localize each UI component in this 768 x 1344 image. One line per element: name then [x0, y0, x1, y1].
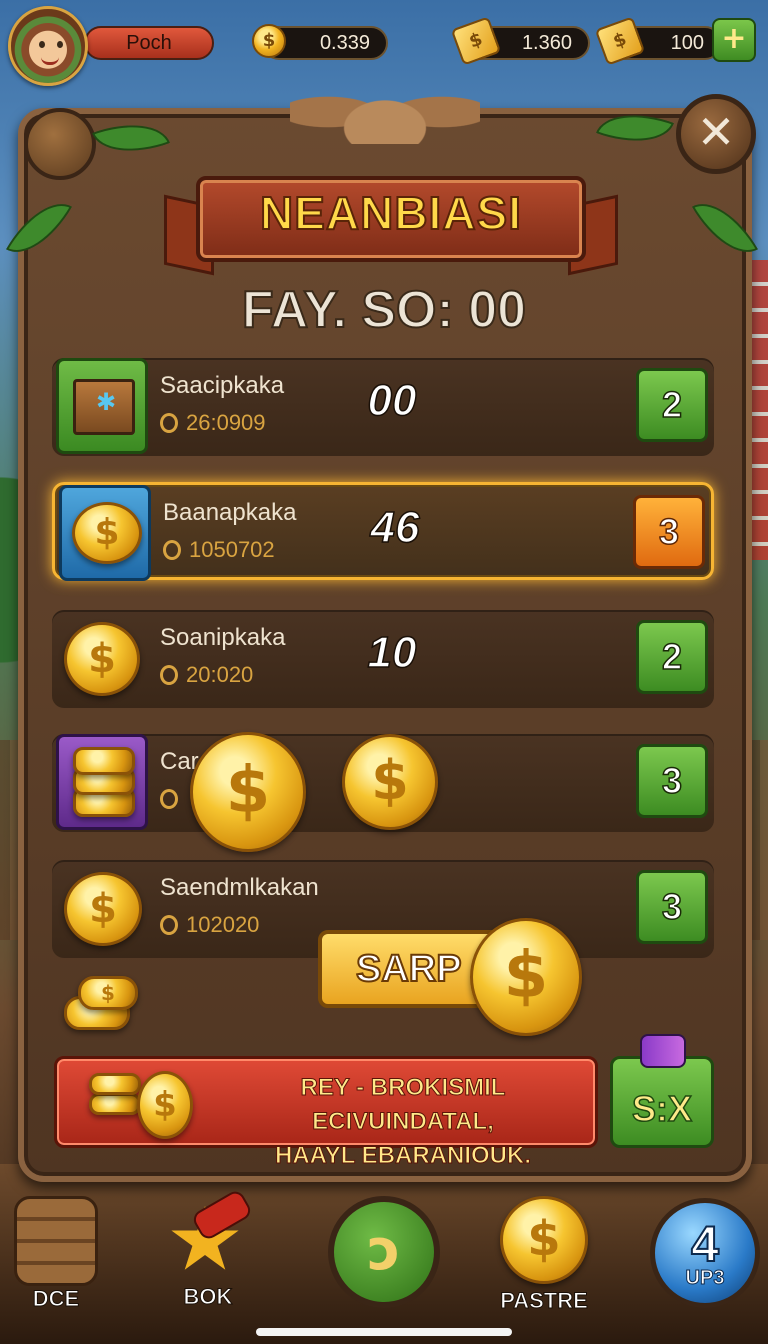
row-quantity: 10: [367, 627, 417, 678]
clock-icon: [163, 540, 181, 560]
coin-pile-icon: $: [78, 976, 138, 1010]
upgrade-count: 4: [690, 1215, 720, 1273]
coin-icon: $: [137, 1071, 193, 1139]
promo-text: REY - BROKISMIL ECIVUINDATAL, HAAYL EBAR…: [209, 1071, 597, 1173]
coin-icon: $: [252, 24, 286, 58]
row-buy-button[interactable]: 2: [636, 620, 708, 694]
panel-ornament: [290, 64, 480, 144]
horseshoe-icon: ↄ: [367, 1218, 401, 1283]
row-icon-tile: $: [59, 485, 151, 581]
promo-banner[interactable]: $ REY - BROKISMIL ECIVUINDATAL, HAAYL EB…: [54, 1056, 598, 1170]
row-timer: 102020: [160, 912, 259, 938]
row-timer: 20:020: [160, 662, 253, 688]
row-buy-button[interactable]: 3: [636, 744, 708, 818]
promo-line-2: HAAYL EBARANIOUK.: [274, 1142, 532, 1170]
nav-label: BOK: [183, 1284, 233, 1310]
coin-icon: $: [64, 872, 142, 946]
row-icon-tile: ✱: [56, 358, 148, 454]
floating-coin-icon: $: [190, 732, 306, 852]
potion-cap-icon: [640, 1034, 686, 1068]
home-indicator[interactable]: [256, 1328, 512, 1336]
countdown-timer: FAY. SO: 00: [241, 280, 527, 340]
row-timer: 26:0909: [160, 410, 266, 436]
row-buy-button[interactable]: 3: [633, 495, 705, 569]
crate-icon: ✱: [73, 379, 135, 435]
upgrade-label: UP3: [685, 1267, 725, 1290]
clock-icon: [160, 915, 178, 935]
coin-icon: $: [64, 622, 140, 696]
clock-icon: [160, 789, 178, 809]
promo-line-1: REY - BROKISMIL ECIVUINDATAL,: [300, 1074, 506, 1136]
barrel-icon: [14, 1196, 98, 1286]
coin-stack-layer: [89, 1073, 141, 1095]
row-buy-button[interactable]: 3: [636, 870, 708, 944]
clock-icon: [160, 413, 178, 433]
nav-label: DCE: [32, 1286, 80, 1312]
coin-stack-layer: [73, 747, 135, 775]
upgrade-bubble-button[interactable]: 4 UP3: [650, 1198, 760, 1308]
nav-item-bok[interactable]: BOK: [160, 1188, 256, 1316]
avatar-eyes: [37, 41, 65, 51]
close-button[interactable]: ✕: [676, 94, 756, 174]
row-icon-tile: [56, 734, 148, 830]
player-avatar[interactable]: [8, 6, 88, 86]
row-label: Soanipkaka: [160, 624, 286, 651]
row-label: Baanapkaka: [163, 499, 297, 526]
sarp-coin-icon: $: [470, 918, 582, 1036]
center-action-button[interactable]: ↄ: [328, 1196, 440, 1308]
row-quantity: 00: [367, 375, 417, 426]
add-currency-button[interactable]: +: [712, 18, 756, 62]
panel-title: NEANBIASI: [259, 186, 523, 240]
coin-stack-icon: [89, 1093, 141, 1115]
shop-row-highlighted: $ Baanapkaka 1050702 46 3: [52, 482, 714, 581]
panel-knob: [24, 108, 96, 180]
row-quantity: 46: [370, 502, 420, 553]
row-timer: 1050702: [163, 537, 275, 563]
row-buy-button[interactable]: 2: [636, 368, 708, 442]
nav-item-dce[interactable]: DCE: [0, 1196, 112, 1316]
nav-label: PASTRE: [500, 1288, 589, 1314]
player-name[interactable]: Poch: [84, 26, 214, 60]
floating-coin-icon: $: [342, 734, 438, 830]
avatar-mouth: [41, 57, 59, 65]
row-label: Saendmlkakan: [160, 874, 319, 901]
coin-icon: $: [72, 502, 142, 564]
clock-icon: [160, 665, 178, 685]
row-label: Saacipkaka: [160, 372, 285, 399]
shop-row: $ Soanipkaka 20:020 10 2: [52, 610, 714, 708]
shop-row: ✱ Saacipkaka 26:0909 00 2: [52, 358, 714, 456]
promo-button[interactable]: S:X: [610, 1056, 714, 1148]
coin-icon: $: [500, 1196, 588, 1284]
row-timer: [160, 786, 186, 812]
nav-item-pastre[interactable]: $ PASTRE: [484, 1196, 604, 1316]
